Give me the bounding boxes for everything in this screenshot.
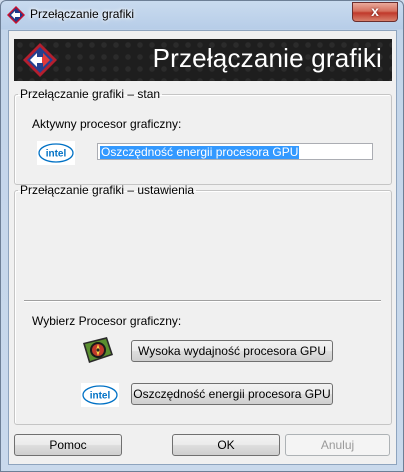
graphics-switching-logo-icon — [23, 43, 57, 77]
banner-title: Przełączanie grafiki — [152, 43, 382, 73]
active-gpu-label: Aktywny procesor graficzny: — [32, 117, 182, 131]
title-bar[interactable]: Przełączanie grafiki x — [1, 1, 403, 29]
high-performance-gpu-icon — [83, 337, 113, 363]
svg-text:intel: intel — [46, 149, 67, 160]
active-gpu-field[interactable]: Oszczędność energii procesora GPU — [97, 143, 373, 160]
help-button[interactable]: Pomoc — [14, 434, 122, 456]
dialog-window: Przełączanie grafiki x Przełączanie graf… — [0, 0, 404, 472]
app-icon — [7, 6, 25, 24]
cancel-button[interactable]: Anuluj — [285, 434, 390, 456]
settings-group-legend: Przełączanie grafiki – ustawienia — [20, 183, 195, 197]
settings-separator — [24, 300, 381, 302]
intel-logo-icon-settings: intel — [81, 383, 119, 407]
dialog-client-area: Przełączanie grafiki Przełączanie grafik… — [8, 30, 397, 465]
window-title: Przełączanie grafiki — [30, 7, 135, 21]
intel-logo-icon: intel — [37, 141, 75, 165]
ok-button[interactable]: OK — [172, 434, 280, 456]
status-group: Przełączanie grafiki – stan — [14, 87, 392, 185]
close-button[interactable]: x — [352, 2, 398, 22]
power-saving-gpu-button[interactable]: Oszczędność energii procesora GPU — [131, 383, 333, 405]
choose-gpu-label: Wybierz Procesor graficzny: — [32, 314, 182, 328]
active-gpu-value: Oszczędność energii procesora GPU — [100, 145, 300, 159]
svg-text:intel: intel — [90, 391, 111, 402]
header-banner: Przełączanie grafiki — [14, 39, 392, 81]
status-group-legend: Przełączanie grafiki – stan — [20, 87, 161, 101]
high-performance-gpu-button[interactable]: Wysoka wydajność procesora GPU — [131, 340, 333, 362]
